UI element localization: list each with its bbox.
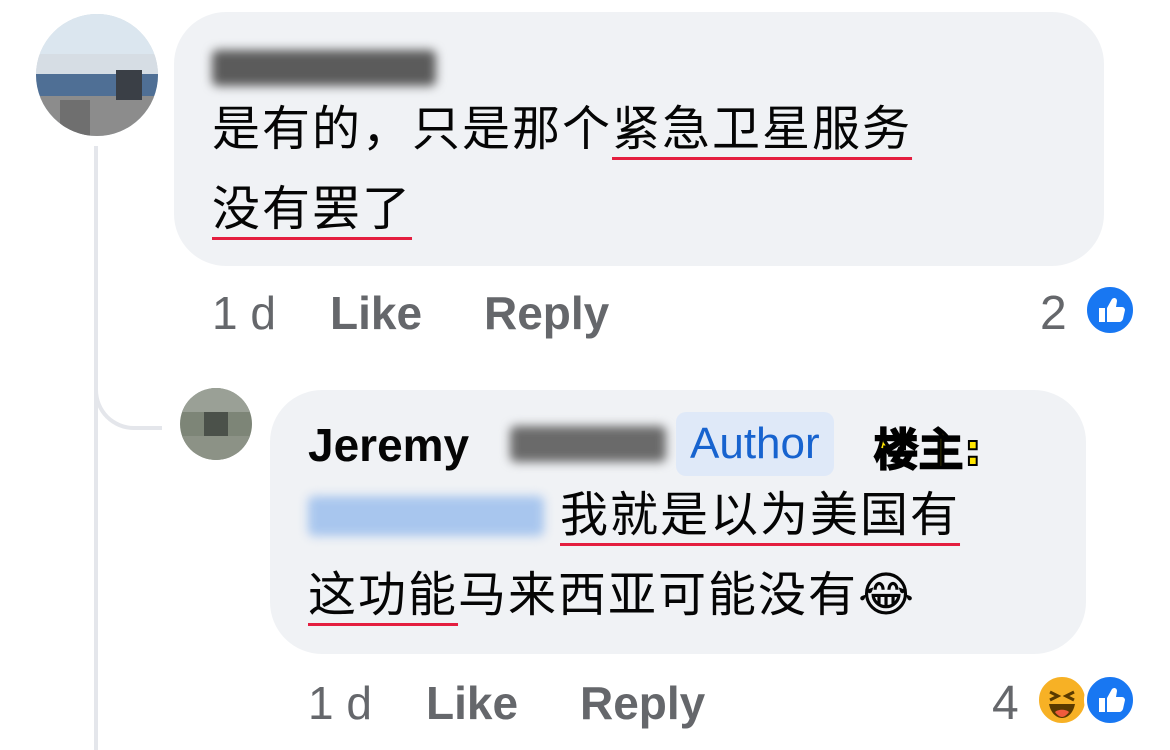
comment-text-line-2: 没有罢了 bbox=[212, 181, 413, 237]
like-icon bbox=[1084, 284, 1136, 336]
thread-line-branch bbox=[94, 360, 162, 430]
reply-reply-button[interactable]: Reply bbox=[580, 676, 705, 730]
author-name[interactable]: Jeremy bbox=[308, 418, 469, 472]
author-surname-redacted bbox=[510, 426, 666, 462]
reply-like-button[interactable]: Like bbox=[426, 676, 518, 730]
haha-icon bbox=[1036, 674, 1088, 726]
commenter-name-redacted bbox=[212, 50, 436, 86]
annotation-label: 楼主: bbox=[873, 424, 983, 477]
author-avatar[interactable] bbox=[180, 388, 252, 460]
comment-timestamp[interactable]: 1 d bbox=[212, 286, 276, 340]
comment-text-line-1: 是有的，只是那个紧急卫星服务 bbox=[212, 101, 913, 157]
reply-timestamp[interactable]: 1 d bbox=[308, 676, 372, 730]
reply-like-icon bbox=[1084, 674, 1136, 726]
reaction-count[interactable]: 2 bbox=[1040, 286, 1067, 341]
commenter-avatar[interactable] bbox=[36, 14, 158, 136]
like-button[interactable]: Like bbox=[330, 286, 422, 340]
reply-text-line-2: 这功能马来西亚可能没有😂 bbox=[308, 567, 917, 623]
reply-text-line-1: 我就是以为美国有 bbox=[560, 487, 961, 543]
author-badge: Author bbox=[676, 412, 834, 476]
thread-line-vertical bbox=[94, 146, 98, 750]
mention-redacted[interactable] bbox=[308, 496, 544, 536]
reply-reaction-count[interactable]: 4 bbox=[992, 676, 1019, 731]
reply-button[interactable]: Reply bbox=[484, 286, 609, 340]
